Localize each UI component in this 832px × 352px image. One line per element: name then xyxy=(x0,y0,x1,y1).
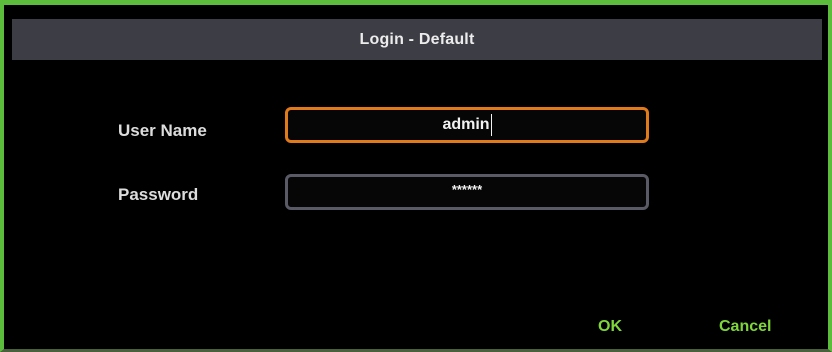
username-value: admin xyxy=(442,116,490,133)
password-value: ****** xyxy=(451,181,483,197)
password-label: Password xyxy=(118,185,199,204)
ok-button[interactable]: OK xyxy=(598,318,622,336)
cancel-button[interactable]: Cancel xyxy=(719,318,771,336)
text-caret xyxy=(490,114,492,136)
username-field[interactable]: admin xyxy=(285,107,649,143)
password-field[interactable]: ****** xyxy=(285,174,649,210)
login-dialog: Login - Default User Name admin Password… xyxy=(0,0,832,352)
dialog-title: Login - Default xyxy=(359,30,475,48)
username-label: User Name xyxy=(118,121,207,140)
dialog-titlebar: Login - Default xyxy=(12,19,822,60)
